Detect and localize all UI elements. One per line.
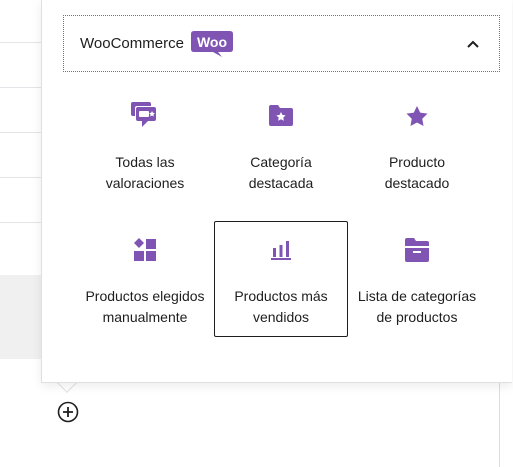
block-best-selling-products[interactable]: Productos más vendidos <box>214 221 348 337</box>
editor-table-strip <box>0 0 41 275</box>
bar-chart-icon <box>265 234 297 266</box>
folder-open-icon <box>401 234 433 266</box>
woo-logo-text: Woo <box>197 34 227 50</box>
block-label: Productos elegidos manualmente <box>85 288 205 325</box>
block-label: Categoría destacada <box>248 154 314 191</box>
block-all-reviews[interactable]: Todas las valoraciones <box>78 88 212 198</box>
block-featured-product[interactable]: Producto destacado <box>350 88 484 198</box>
reviews-icon <box>129 99 161 131</box>
table-row-divider <box>0 42 41 43</box>
star-icon <box>401 101 433 133</box>
block-label: Todas las valoraciones <box>105 154 185 191</box>
chevron-up-icon <box>467 40 479 48</box>
block-label: Lista de categorías de productos <box>357 288 477 325</box>
block-label: Productos más vendidos <box>234 288 328 325</box>
woo-logo: Woo <box>190 30 233 57</box>
table-row-divider <box>0 132 41 133</box>
block-featured-category[interactable]: Categoría destacada <box>214 88 348 198</box>
table-row-divider <box>0 87 41 88</box>
woocommerce-panel-toggle[interactable]: WooCommerce Woo <box>63 15 500 72</box>
hand-picked-products-icon <box>129 234 161 266</box>
panel-title: WooCommerce <box>80 35 184 52</box>
block-product-categories-list[interactable]: Lista de categorías de productos <box>350 221 484 351</box>
folder-star-icon <box>265 99 297 131</box>
block-label: Producto destacado <box>384 154 450 191</box>
table-row-divider <box>0 222 41 223</box>
plus-circle-icon[interactable] <box>57 401 79 423</box>
block-hand-picked-products[interactable]: Productos elegidos manualmente <box>78 221 212 351</box>
table-row-divider <box>0 177 41 178</box>
